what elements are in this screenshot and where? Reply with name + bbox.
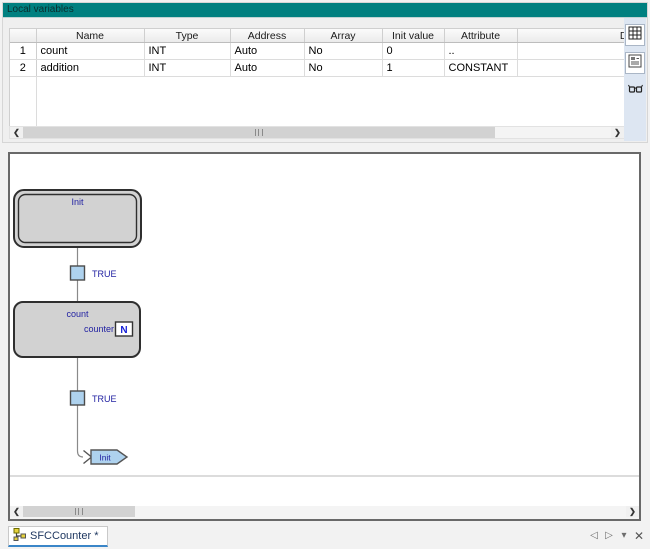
document-tab-bar: SFCCounter * ◁ ▷ ▾ ✕ (0, 524, 650, 549)
tab-list-dropdown-button[interactable]: ▾ (619, 530, 629, 542)
cell-name[interactable]: count (36, 43, 144, 60)
step-label: count (66, 309, 89, 319)
cell-name[interactable]: addition (36, 60, 144, 77)
table-row[interactable]: 2 addition INT Auto No 1 CONSTANT (10, 60, 626, 77)
col-header-rownum[interactable] (10, 29, 36, 43)
cell-init-value[interactable]: 0 (382, 43, 444, 60)
panel-titlebar[interactable]: Local variables (3, 3, 647, 18)
col-header-description[interactable]: D (517, 29, 626, 43)
watch-glasses-icon (628, 82, 643, 100)
tab-sfccounter[interactable]: SFCCounter * (8, 526, 108, 547)
cell-attribute[interactable]: .. (444, 43, 517, 60)
cell-description[interactable] (517, 43, 626, 60)
declaration-view-icon (628, 54, 642, 73)
sfc-transition-2[interactable]: TRUE (71, 391, 117, 405)
variables-table: Name Type Address Array Init value Attri… (10, 29, 626, 77)
scroll-right-arrow-icon[interactable]: ❯ (611, 127, 624, 138)
col-header-attribute[interactable]: Attribute (444, 29, 517, 43)
col-header-array[interactable]: Array (304, 29, 382, 43)
cell-address[interactable]: Auto (230, 43, 304, 60)
cell-array[interactable]: No (304, 43, 382, 60)
row-number: 2 (10, 60, 36, 77)
col-header-type[interactable]: Type (144, 29, 230, 43)
table-row[interactable]: 1 count INT Auto No 0 .. (10, 43, 626, 60)
grid-view-icon (628, 26, 642, 45)
transition-condition-label: TRUE (92, 269, 117, 279)
col-header-name[interactable]: Name (36, 29, 144, 43)
header-row: Name Type Address Array Init value Attri… (10, 29, 626, 43)
tab-prev-button[interactable]: ◁ (589, 530, 599, 542)
cell-description[interactable] (517, 60, 626, 77)
thumb-grip-icon (75, 508, 83, 515)
grid-view-button[interactable] (625, 24, 645, 46)
cell-type[interactable]: INT (144, 60, 230, 77)
scroll-left-arrow-icon[interactable]: ❮ (10, 127, 23, 138)
jump-target-label: Init (99, 453, 111, 463)
sfc-horizontal-scrollbar[interactable]: ❮ ❯ (10, 506, 639, 519)
tab-close-button[interactable]: ✕ (634, 530, 644, 542)
col-header-init-value[interactable]: Init value (382, 29, 444, 43)
cell-attribute[interactable]: CONSTANT (444, 60, 517, 77)
tab-label: SFCCounter * (30, 530, 98, 542)
rownum-column-divider (36, 77, 37, 129)
sfc-step-count[interactable]: count counter N (14, 302, 140, 357)
thumb-grip-icon (255, 129, 263, 136)
tab-navigation: ◁ ▷ ▾ ✕ (589, 530, 644, 542)
col-header-address[interactable]: Address (230, 29, 304, 43)
watch-view-button[interactable] (625, 80, 645, 102)
sfc-diagram: Init TRUE count counter N TRUE Init (10, 154, 639, 504)
sfc-editor-panel: Init TRUE count counter N TRUE Init (8, 152, 641, 521)
cell-init-value[interactable]: 1 (382, 60, 444, 77)
scroll-left-arrow-icon[interactable]: ❮ (10, 506, 23, 517)
cell-address[interactable]: Auto (230, 60, 304, 77)
row-number: 1 (10, 43, 36, 60)
tab-next-button[interactable]: ▷ (604, 530, 614, 542)
panel-side-toolbar (624, 18, 646, 141)
sfc-initial-step[interactable]: Init (14, 190, 141, 247)
variables-table-container: Name Type Address Array Init value Attri… (9, 28, 626, 129)
scrollbar-thumb[interactable] (23, 506, 135, 517)
table-horizontal-scrollbar[interactable]: ❮ ❯ (9, 126, 625, 139)
scrollbar-thumb[interactable] (23, 127, 495, 138)
cell-array[interactable]: No (304, 60, 382, 77)
cell-type[interactable]: INT (144, 43, 230, 60)
transition-condition-label: TRUE (92, 394, 117, 404)
local-variables-panel: Local variables Name Type Address Array … (2, 2, 648, 143)
sfc-jump[interactable]: Init (84, 450, 128, 464)
panel-title: Local variables (7, 4, 74, 15)
declaration-view-button[interactable] (625, 52, 645, 74)
sfc-transition-1[interactable]: TRUE (71, 266, 117, 280)
action-name-label: counter (84, 324, 114, 334)
action-qualifier-label: N (120, 325, 127, 336)
sfc-program-icon (13, 528, 26, 544)
initial-step-label: Init (71, 197, 84, 207)
scroll-right-arrow-icon[interactable]: ❯ (626, 506, 639, 517)
